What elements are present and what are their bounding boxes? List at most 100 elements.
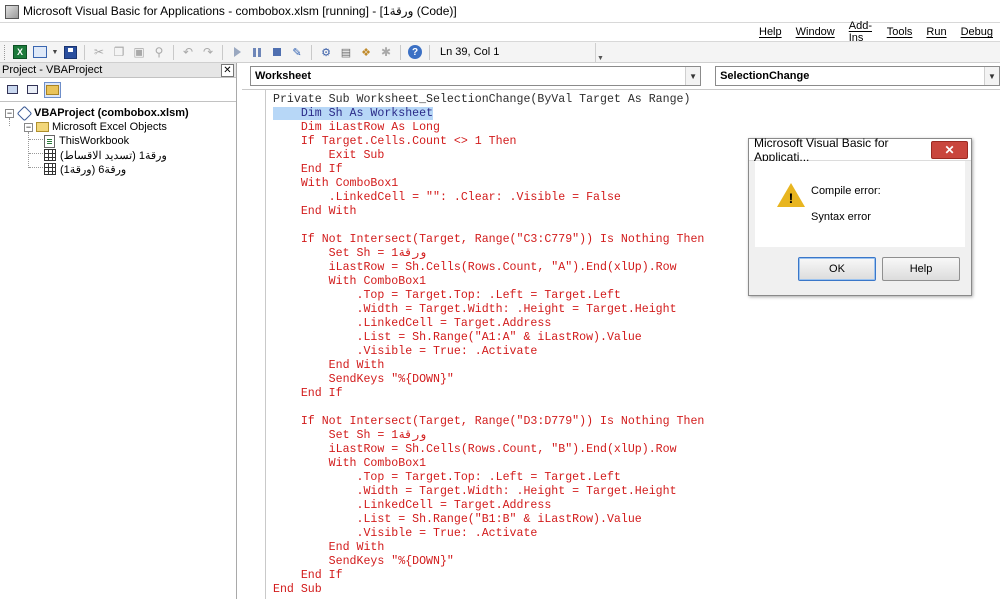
- reset-button[interactable]: [269, 44, 285, 60]
- code-line[interactable]: End If: [273, 387, 704, 401]
- menu-window[interactable]: Window: [789, 26, 842, 38]
- code-line[interactable]: Private Sub Worksheet_SelectionChange(By…: [273, 93, 704, 107]
- design-mode-button[interactable]: ✎: [289, 44, 305, 60]
- tree-item-project[interactable]: − VBAProject (combobox.xlsm): [0, 106, 236, 120]
- excel-icon: X: [13, 45, 27, 59]
- collapse-icon[interactable]: −: [5, 108, 14, 118]
- cut-button[interactable]: ✂: [91, 44, 107, 60]
- code-combo-bar: Worksheet ▼ SelectionChange ▼: [242, 63, 1000, 90]
- code-line[interactable]: Exit Sub: [273, 149, 704, 163]
- find-icon: ⚲: [154, 45, 164, 59]
- code-line[interactable]: iLastRow = Sh.Cells(Rows.Count, "B").End…: [273, 443, 704, 457]
- menu-add-ins[interactable]: Add-Ins: [842, 20, 880, 44]
- code-line[interactable]: Set Sh = ورقة1: [273, 247, 704, 261]
- code-line[interactable]: .List = Sh.Range("B1:B" & iLastRow).Valu…: [273, 513, 704, 527]
- insert-dropdown-button[interactable]: ▼: [52, 44, 59, 60]
- project-explorer-title: Project - VBAProject: [2, 64, 103, 76]
- redo-button[interactable]: ↷: [200, 44, 216, 60]
- copy-button[interactable]: ❐: [111, 44, 127, 60]
- code-line[interactable]: .LinkedCell = Target.Address: [273, 317, 704, 331]
- code-line[interactable]: [273, 219, 704, 233]
- toolbar-separator: [311, 44, 312, 60]
- code-line[interactable]: .LinkedCell = Target.Address: [273, 499, 704, 513]
- code-line[interactable]: With ComboBox1: [273, 457, 704, 471]
- selected-code-text: Dim Sh As Worksheet: [300, 107, 434, 120]
- tree-item-label: ورقة1 (تسديد الاقساط): [60, 149, 167, 162]
- menu-run[interactable]: Run: [919, 26, 953, 38]
- tree-item-sheet6[interactable]: ورقة6 (ورقة1): [0, 162, 236, 176]
- code-line[interactable]: End With: [273, 205, 704, 219]
- code-line[interactable]: SendKeys "%{DOWN}": [273, 555, 704, 569]
- warning-icon-mark: !: [788, 190, 794, 206]
- code-line[interactable]: End If: [273, 163, 704, 177]
- code-line[interactable]: End With: [273, 541, 704, 555]
- code-line[interactable]: Dim iLastRow As Long: [273, 121, 704, 135]
- close-icon[interactable]: ✕: [221, 63, 234, 77]
- object-browser-icon: ❖: [361, 46, 371, 59]
- code-line[interactable]: .Width = Target.Width: .Height = Target.…: [273, 485, 704, 499]
- object-browser-button[interactable]: ❖: [358, 44, 374, 60]
- code-line[interactable]: .Visible = True: .Activate: [273, 527, 704, 541]
- run-button[interactable]: [229, 44, 245, 60]
- paste-button[interactable]: ▣: [131, 44, 147, 60]
- toolbar-grip[interactable]: [4, 44, 7, 60]
- code-line[interactable]: .Visible = True: .Activate: [273, 345, 704, 359]
- menu-debug[interactable]: Debug: [954, 26, 1000, 38]
- tree-item-thisworkbook[interactable]: ThisWorkbook: [0, 134, 236, 148]
- code-line[interactable]: End Sub: [273, 583, 704, 597]
- project-explorer-header: Project - VBAProject ✕: [0, 63, 236, 78]
- toolbox-button[interactable]: ✱: [378, 44, 394, 60]
- menu-tools[interactable]: Tools: [880, 26, 920, 38]
- code-editor[interactable]: Private Sub Worksheet_SelectionChange(By…: [273, 93, 704, 597]
- tree-item-excel-objects[interactable]: − Microsoft Excel Objects: [0, 120, 236, 134]
- properties-window-button[interactable]: ▤: [338, 44, 354, 60]
- code-line[interactable]: iLastRow = Sh.Cells(Rows.Count, "A").End…: [273, 261, 704, 275]
- code-line[interactable]: .List = Sh.Range("A1:A" & iLastRow).Valu…: [273, 331, 704, 345]
- collapse-icon[interactable]: −: [24, 122, 33, 132]
- code-line[interactable]: End If: [273, 569, 704, 583]
- title-bar: Microsoft Visual Basic for Applications …: [0, 0, 1000, 22]
- worksheet-icon: [44, 149, 56, 161]
- undo-button[interactable]: ↶: [180, 44, 196, 60]
- procedure-combo[interactable]: SelectionChange ▼: [715, 66, 1000, 86]
- view-code-icon: [7, 85, 18, 94]
- tree-item-sheet1[interactable]: ورقة1 (تسديد الاقساط): [0, 148, 236, 162]
- code-margin-indicator-bar[interactable]: [242, 90, 266, 599]
- help-button[interactable]: ?: [407, 44, 423, 60]
- dialog-button-row: OK Help: [749, 247, 971, 296]
- ok-button[interactable]: OK: [798, 257, 876, 281]
- chevron-down-icon[interactable]: ▼: [685, 67, 701, 85]
- view-object-button[interactable]: [24, 82, 41, 98]
- toggle-folders-button[interactable]: [44, 81, 61, 98]
- code-line[interactable]: Dim Sh As Worksheet: [273, 107, 704, 121]
- code-line[interactable]: With ComboBox1: [273, 177, 704, 191]
- worksheet-icon: [44, 163, 56, 175]
- code-line[interactable]: .Top = Target.Top: .Left = Target.Left: [273, 289, 704, 303]
- toolbar-options-button[interactable]: ▼: [595, 42, 605, 62]
- code-line[interactable]: [273, 401, 704, 415]
- object-combo[interactable]: Worksheet ▼: [250, 66, 702, 86]
- code-line[interactable]: .Top = Target.Top: .Left = Target.Left: [273, 471, 704, 485]
- menu-help[interactable]: Help: [752, 26, 789, 38]
- code-line[interactable]: If Target.Cells.Count <> 1 Then: [273, 135, 704, 149]
- chevron-down-icon[interactable]: ▼: [984, 67, 999, 85]
- code-line[interactable]: End With: [273, 359, 704, 373]
- insert-userform-button[interactable]: [32, 44, 48, 60]
- close-icon[interactable]: ✕: [931, 140, 968, 159]
- help-button[interactable]: Help: [882, 257, 960, 281]
- code-line[interactable]: If Not Intersect(Target, Range("C3:C779"…: [273, 233, 705, 247]
- vba-app-icon: [4, 4, 19, 19]
- code-line[interactable]: With ComboBox1: [273, 275, 704, 289]
- view-excel-button[interactable]: X: [12, 44, 28, 60]
- code-line[interactable]: If Not Intersect(Target, Range("D3:D779"…: [273, 415, 705, 429]
- code-line[interactable]: Set Sh = ورقة1: [273, 429, 704, 443]
- code-line[interactable]: .LinkedCell = "": .Clear: .Visible = Fal…: [273, 191, 704, 205]
- view-code-button[interactable]: [4, 82, 21, 98]
- project-explorer-button[interactable]: ⚙: [318, 44, 334, 60]
- save-button[interactable]: [62, 44, 78, 60]
- run-icon: [233, 47, 241, 57]
- break-button[interactable]: [249, 44, 265, 60]
- code-line[interactable]: SendKeys "%{DOWN}": [273, 373, 704, 387]
- find-button[interactable]: ⚲: [151, 44, 167, 60]
- code-line[interactable]: .Width = Target.Width: .Height = Target.…: [273, 303, 704, 317]
